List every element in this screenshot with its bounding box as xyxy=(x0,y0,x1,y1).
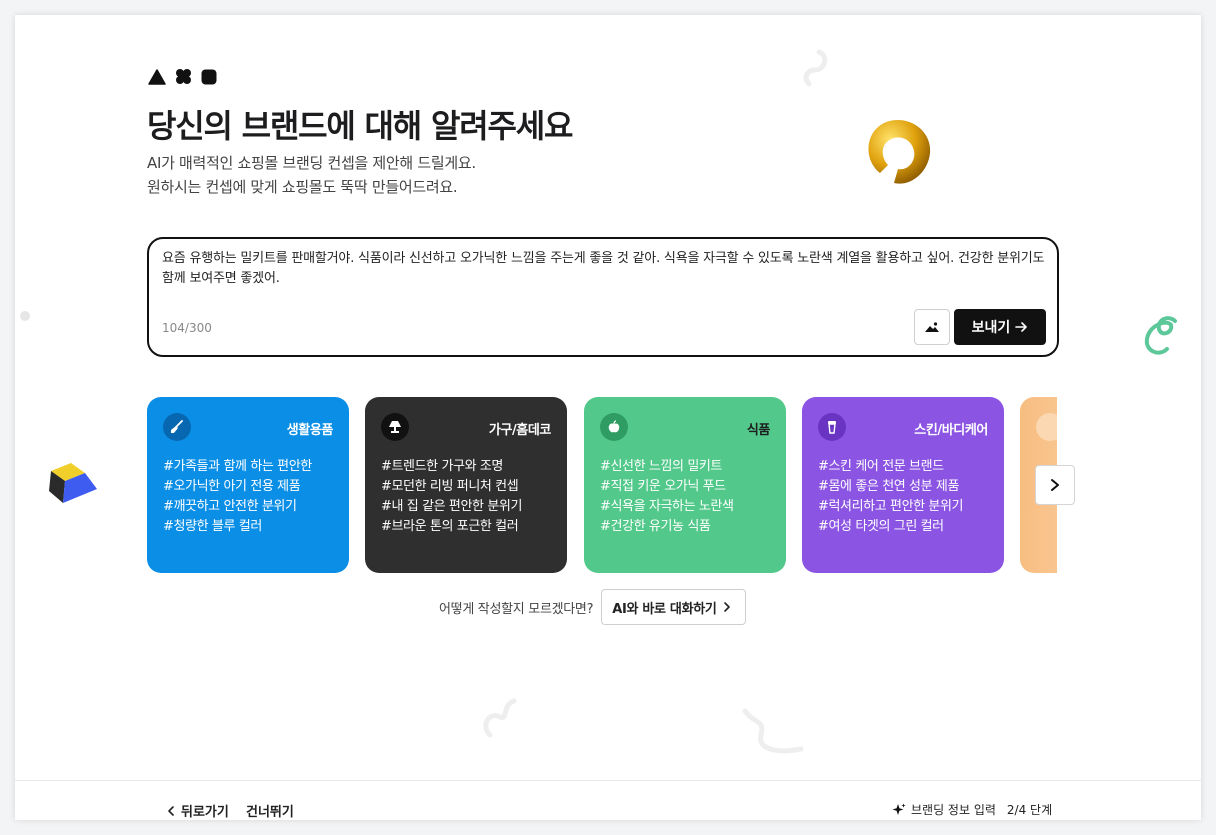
send-button-label: 보내기 xyxy=(971,320,1011,336)
sparkle-icon xyxy=(892,803,906,815)
help-text: 어떻게 작성할지 모르겠다면? xyxy=(439,601,594,617)
card-tag: #여성 타겟의 그린 컬러 xyxy=(818,519,944,534)
squiggle-doodle xyxy=(803,49,828,87)
card-tag: #직접 키운 오가닉 푸드 xyxy=(600,479,726,494)
squiggle-doodle xyxy=(483,698,517,738)
card-title: 생활용품 xyxy=(286,423,334,438)
brand-description-input[interactable]: 요즘 유행하는 밀키트를 판매할거야. 식품이라 신선하고 오가닉한 느낌을 주… xyxy=(162,249,1046,299)
ai-chat-button-label: AI와 바로 대화하기 xyxy=(612,601,717,617)
card-title: 식품 xyxy=(746,423,771,438)
card-tag: #가족들과 함께 하는 편안한 xyxy=(163,459,312,474)
help-row: 어떻게 작성할지 모르겠다면? AI와 바로 대화하기 xyxy=(439,589,746,625)
character-counter: 104/300 xyxy=(162,321,212,335)
back-button[interactable]: 뒤로가기 xyxy=(167,801,229,820)
ai-chat-button[interactable]: AI와 바로 대화하기 xyxy=(601,589,746,625)
gold-ring-decoration xyxy=(868,119,931,184)
card-tag: #청량한 블루 컬러 xyxy=(163,519,262,534)
card-tag: #신선한 느낌의 밀키트 xyxy=(600,459,722,474)
apple-icon xyxy=(600,413,628,441)
page-subtitle: AI가 매력적인 쇼핑몰 브랜딩 컨셉을 제안해 드릴게요. xyxy=(147,154,476,172)
image-icon xyxy=(925,322,939,332)
card-tag: #럭셔리하고 편안한 분위기 xyxy=(818,499,964,514)
category-card-carousel: 생활용품 #가족들과 함께 하는 편안한 #오가닉한 아기 전용 제품 #깨끗하… xyxy=(147,397,1057,573)
onboarding-page: 당신의 브랜드에 대해 알려주세요 AI가 매력적인 쇼핑몰 브랜딩 컨셉을 제… xyxy=(15,15,1201,820)
step-count: 2/4 단계 xyxy=(1006,803,1053,817)
broom-icon xyxy=(163,413,191,441)
chevron-left-icon xyxy=(168,805,174,816)
category-card-living[interactable]: 생활용품 #가족들과 함께 하는 편안한 #오가닉한 아기 전용 제품 #깨끗하… xyxy=(147,397,349,573)
arrow-right-icon xyxy=(1015,322,1028,332)
step-indicator: 브랜딩 정보 입력 2/4 단계 xyxy=(892,801,1052,818)
skip-button[interactable]: 건너뛰기 xyxy=(246,801,294,820)
brand-logo xyxy=(148,68,217,85)
card-tag: #모던한 리빙 퍼니처 컨셉 xyxy=(381,479,519,494)
card-tag: #내 집 같은 편안한 분위기 xyxy=(381,499,523,514)
card-tag: #깨끗하고 안전한 분위기 xyxy=(163,499,297,514)
square-icon xyxy=(201,69,217,84)
footer-bar: 뒤로가기 건너뛰기 브랜딩 정보 입력 2/4 단계 xyxy=(15,780,1201,820)
chevron-right-icon xyxy=(723,602,730,612)
carousel-next-button[interactable] xyxy=(1035,465,1075,505)
green-swirl-decoration xyxy=(1144,316,1177,355)
step-label: 브랜딩 정보 입력 xyxy=(911,803,996,817)
squiggle-doodle xyxy=(742,708,804,754)
partial-card-icon xyxy=(1036,413,1057,441)
cosmetic-icon xyxy=(818,413,846,441)
category-card-furniture[interactable]: 가구/홈데코 #트렌드한 가구와 조명 #모던한 리빙 퍼니처 컨셉 #내 집 … xyxy=(365,397,567,573)
card-tag: #오가닉한 아기 전용 제품 xyxy=(163,479,301,494)
cube-decoration xyxy=(49,463,97,503)
chevron-right-icon xyxy=(1051,479,1059,491)
card-title: 가구/홈데코 xyxy=(488,423,552,438)
card-tag: #브라운 톤의 포근한 컬러 xyxy=(381,519,519,534)
page-subtitle: 원하시는 컨셉에 맞게 쇼핑몰도 뚝딱 만들어드려요. xyxy=(147,178,458,196)
card-tag: #식욕을 자극하는 노란색 xyxy=(600,499,734,514)
card-tag: #몸에 좋은 천연 성분 제품 xyxy=(818,479,960,494)
card-tag: #트렌드한 가구와 조명 xyxy=(381,459,503,474)
lamp-icon xyxy=(381,413,409,441)
dot-decoration xyxy=(20,311,30,321)
brand-description-box: 요즘 유행하는 밀키트를 판매할거야. 식품이라 신선하고 오가닉한 느낌을 주… xyxy=(147,237,1059,357)
card-tag: #스킨 케어 전문 브랜드 xyxy=(818,459,944,474)
card-title: 스킨/바디케어 xyxy=(914,423,988,438)
clover-icon xyxy=(176,69,191,84)
card-tag: #건강한 유기농 식품 xyxy=(600,519,711,534)
category-card-food[interactable]: 식품 #신선한 느낌의 밀키트 #직접 키운 오가닉 푸드 #식욕을 자극하는 … xyxy=(584,397,786,573)
triangle-icon xyxy=(148,68,166,85)
page-title: 당신의 브랜드에 대해 알려주세요 xyxy=(147,107,573,145)
back-button-label: 뒤로가기 xyxy=(181,805,229,820)
attach-image-button[interactable] xyxy=(914,309,950,345)
send-button[interactable]: 보내기 xyxy=(954,309,1046,345)
category-card-skincare[interactable]: 스킨/바디케어 #스킨 케어 전문 브랜드 #몸에 좋은 천연 성분 제품 #럭… xyxy=(802,397,1004,573)
